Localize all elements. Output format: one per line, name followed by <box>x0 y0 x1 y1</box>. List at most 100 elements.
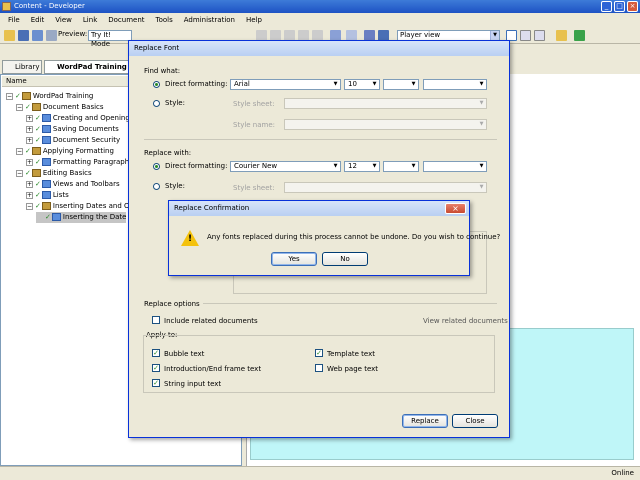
chevron-down-icon: ▼ <box>333 163 338 169</box>
replace-confirmation-title: Replace Confirmation <box>169 201 469 216</box>
tree-item[interactable]: − ✓ Inserting Dates and Obj <box>26 201 136 212</box>
find-style-radio[interactable] <box>153 100 160 107</box>
expand-icon[interactable]: + <box>26 114 33 122</box>
include-related-checkbox[interactable] <box>152 316 160 324</box>
template-text-label: Template text <box>327 350 375 358</box>
replace-options-label: Replace options <box>144 300 203 308</box>
maximize-button[interactable]: □ <box>614 1 625 12</box>
template-text-checkbox[interactable]: ✓ <box>315 349 323 357</box>
expand-icon[interactable]: + <box>26 136 33 144</box>
replace-button[interactable]: Replace <box>402 414 448 428</box>
collapse-icon[interactable]: − <box>16 169 23 177</box>
replace-style-sheet-select[interactable]: ▼ <box>284 182 487 193</box>
tree-item[interactable]: + ✓ Document Security <box>26 135 120 146</box>
menu-file[interactable]: File <box>8 16 20 24</box>
menu-tools[interactable]: Tools <box>156 16 173 24</box>
layout-split-icon[interactable] <box>520 30 531 41</box>
find-style-sheet-select[interactable]: ▼ <box>284 98 487 109</box>
menu-document[interactable]: Document <box>108 16 144 24</box>
properties-icon[interactable] <box>46 30 57 41</box>
collapse-icon[interactable]: − <box>16 103 23 111</box>
tree-item[interactable]: − ✓ Applying Formatting <box>16 146 114 157</box>
include-related-label: Include related documents <box>164 317 258 325</box>
replace-style-label: Style: <box>165 182 185 190</box>
close-window-button[interactable]: × <box>627 1 638 12</box>
panel-tabs: Library WordPad Training <box>0 60 130 74</box>
document-icon <box>41 136 51 144</box>
book-icon <box>41 202 51 210</box>
replace-style-radio[interactable] <box>153 183 160 190</box>
collapse-icon[interactable]: − <box>6 92 13 100</box>
tree-item-label: Applying Formatting <box>42 147 114 155</box>
checkmark-icon: ✓ <box>45 213 51 221</box>
replace-direct-label: Direct formatting: <box>165 162 228 170</box>
replace-style-select[interactable]: ▼ <box>383 161 419 172</box>
preview-mode-select[interactable]: Try It! Mode <box>88 30 132 48</box>
no-button[interactable]: No <box>322 252 368 266</box>
tree-item[interactable]: + ✓ Lists <box>26 190 69 201</box>
save-icon[interactable] <box>18 30 29 41</box>
yes-button[interactable]: Yes <box>271 252 317 266</box>
view-related-link[interactable]: View related documents <box>423 317 508 325</box>
replace-color-select[interactable]: ▼ <box>423 161 487 172</box>
open-icon[interactable] <box>4 30 15 41</box>
tree-item[interactable]: + ✓ Creating and Opening D <box>26 113 137 124</box>
chevron-down-icon: ▼ <box>411 81 416 87</box>
replace-confirmation-dialog: Replace Confirmation × ! Any fonts repla… <box>168 200 500 276</box>
tab-wordpad-training[interactable]: WordPad Training <box>44 60 130 74</box>
tree-item[interactable]: + ✓ Saving Documents <box>26 124 119 135</box>
tree-item-label: Editing Basics <box>42 169 92 177</box>
close-button[interactable]: Close <box>452 414 498 428</box>
menu-administration[interactable]: Administration <box>184 16 235 24</box>
replace-size-select[interactable]: 12 ▼ <box>344 161 380 172</box>
tree-item[interactable]: − ✓ Editing Basics <box>16 168 92 179</box>
tree-item[interactable]: + ✓ Formatting Paragraphs <box>26 157 133 168</box>
replace-font-select[interactable]: Courier New ▼ <box>230 161 341 172</box>
find-what-label: Find what: <box>144 67 181 75</box>
chevron-down-icon: ▼ <box>479 81 484 87</box>
tab-library[interactable]: Library <box>2 60 42 74</box>
find-font-select[interactable]: Arial ▼ <box>230 79 341 90</box>
find-style-name-label: Style name: <box>233 121 276 129</box>
tree-item[interactable]: + ✓ Views and Toolbars <box>26 179 120 190</box>
find-size-select[interactable]: 10 ▼ <box>344 79 380 90</box>
collapse-icon[interactable]: − <box>16 147 23 155</box>
print-icon[interactable] <box>32 30 43 41</box>
find-direct-radio[interactable] <box>153 81 160 88</box>
expand-icon[interactable]: + <box>26 125 33 133</box>
expand-icon[interactable]: + <box>26 180 33 188</box>
expand-icon[interactable]: + <box>26 191 33 199</box>
expand-icon[interactable]: + <box>26 158 33 166</box>
replace-direct-radio[interactable] <box>153 163 160 170</box>
find-style-sheet-label: Style sheet: <box>233 100 275 108</box>
web-page-text-checkbox[interactable] <box>315 364 323 372</box>
intro-end-checkbox[interactable]: ✓ <box>152 364 160 372</box>
menu-link[interactable]: Link <box>83 16 97 24</box>
menu-view[interactable]: View <box>55 16 72 24</box>
find-color-select[interactable]: ▼ <box>423 79 487 90</box>
menu-help[interactable]: Help <box>246 16 262 24</box>
tree-item[interactable]: − ✓ Document Basics <box>16 102 104 113</box>
collapse-icon[interactable]: − <box>26 202 33 210</box>
minimize-button[interactable]: _ <box>601 1 612 12</box>
bubble-text-checkbox[interactable]: ✓ <box>152 349 160 357</box>
tree-item[interactable]: +✓Inserting the Date <box>36 212 127 223</box>
status-online: Online <box>611 469 634 477</box>
book-icon <box>31 147 41 155</box>
string-input-checkbox[interactable]: ✓ <box>152 379 160 387</box>
close-icon[interactable]: × <box>445 203 466 214</box>
refresh-icon[interactable] <box>574 30 585 41</box>
book-icon <box>31 103 41 111</box>
checkmark-icon: ✓ <box>35 180 41 188</box>
chevron-down-icon: ▼ <box>333 81 338 87</box>
layout-triple-icon[interactable] <box>534 30 545 41</box>
menu-edit[interactable]: Edit <box>31 16 45 24</box>
checkmark-icon: ✓ <box>35 158 41 166</box>
find-style-select[interactable]: ▼ <box>383 79 419 90</box>
find-style-name-select[interactable]: ▼ <box>284 119 487 130</box>
divider <box>144 139 497 140</box>
tree-item[interactable]: − ✓ WordPad Training <box>6 91 93 102</box>
document-icon <box>41 180 51 188</box>
warning-exclamation-icon: ! <box>188 234 193 244</box>
folder-icon[interactable] <box>556 30 567 41</box>
